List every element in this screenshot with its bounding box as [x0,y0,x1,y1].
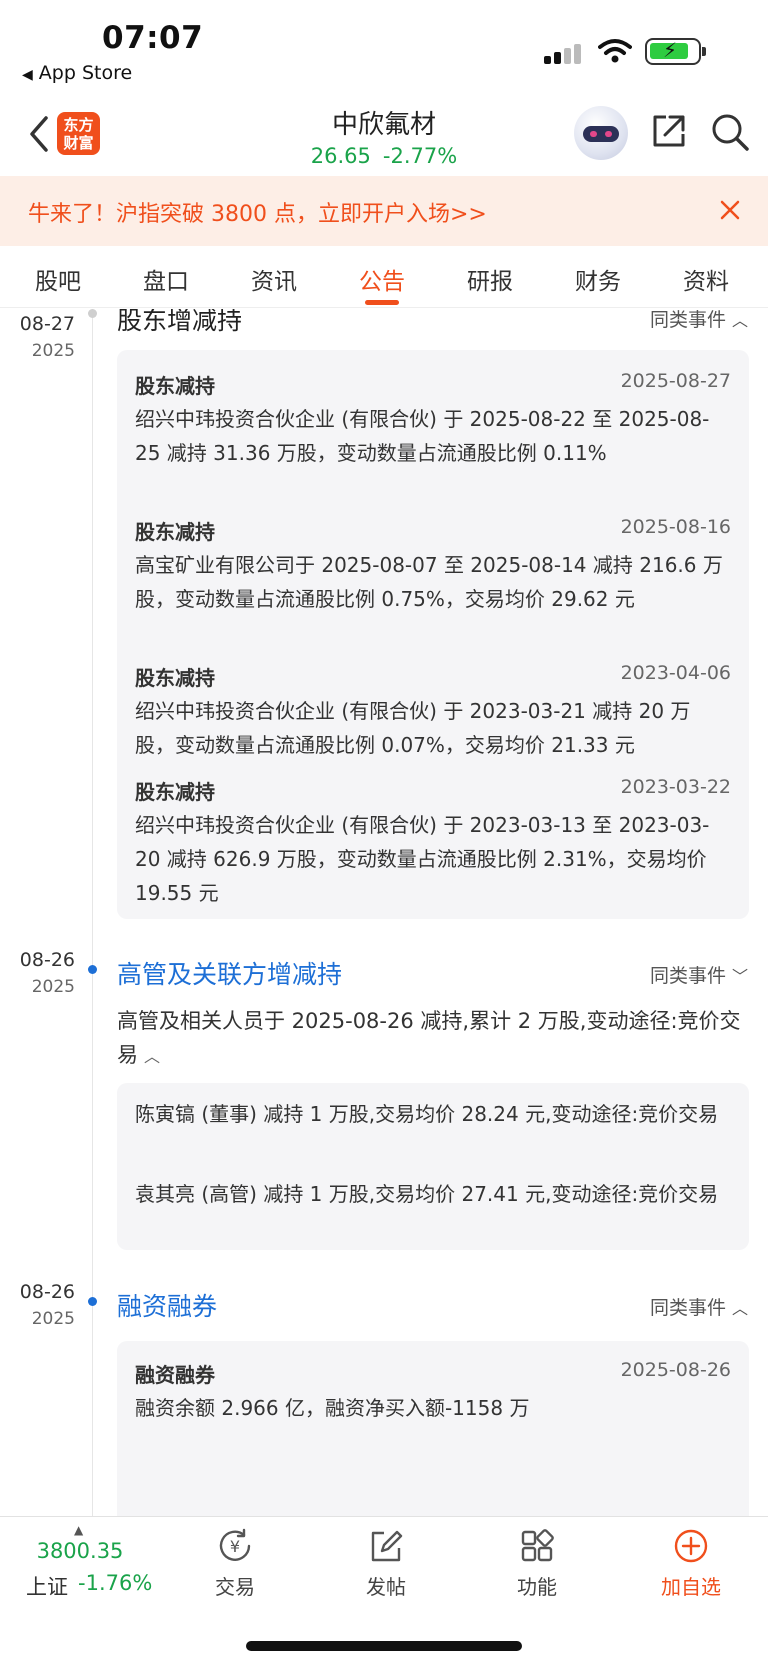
status-bar: 07:07 ◀ App Store ⚡ [0,0,768,92]
event-date: 08-26 [19,949,75,971]
event-card: 陈寅镐 (董事) 减持 1 万股,交易均价 28.24 元,变动途径:竞价交易 … [117,1083,749,1250]
tab-finance[interactable]: 财务 [558,262,638,296]
back-to-app-link[interactable]: ◀ App Store [22,62,132,84]
item-date: 2025-08-16 [620,516,731,538]
same-events-toggle[interactable]: 同类事件 ﹀ [650,961,748,988]
clock: 07:07 [102,20,204,56]
item-title: 股东减持 [135,780,215,804]
add-circle-icon [646,1527,736,1565]
chevron-up-icon: ︿ [731,311,748,330]
battery-icon: ⚡ [645,38,706,65]
share-icon[interactable] [650,112,688,150]
item-date: 2025-08-26 [620,1359,731,1381]
functions-button[interactable]: 功能 [492,1527,582,1600]
same-events-toggle[interactable]: 同类事件 ︿ [650,309,748,332]
tab-news[interactable]: 资讯 [234,262,314,296]
event-date: 08-27 [19,313,75,335]
promo-banner-text[interactable]: 牛来了！沪指突破 3800 点，立即开户入场>> [28,196,487,228]
item-body[interactable]: 绍兴中玮投资合伙企业 (有限合伙) 于 2023-03-21 减持 20 万股，… [135,694,725,762]
index-value[interactable]: 3800.35 [0,1539,160,1563]
chevron-down-icon: ﹀ [731,967,748,986]
add-watchlist-button[interactable]: 加自选 [646,1527,736,1600]
item-title: 股东减持 [135,374,215,398]
item-date: 2023-04-06 [620,662,731,684]
event-year: 2025 [31,341,75,361]
index-change-pct[interactable]: -1.76% [78,1571,152,1595]
timeline-dot [88,965,97,974]
tab-announcements[interactable]: 公告 [342,262,422,296]
event-year: 2025 [31,1309,75,1329]
event-card: 融资融券 2025-08-26 融资余额 2.966 亿，融资净买入额-1158… [117,1341,749,1516]
back-triangle-icon: ◀ [22,67,33,83]
item-date: 2023-03-22 [620,776,731,798]
tab-research[interactable]: 研报 [450,262,530,296]
chevron-up-icon: ︿ [731,1299,748,1318]
same-events-toggle[interactable]: 同类事件 ︿ [650,1293,748,1320]
post-button[interactable]: 发帖 [341,1527,431,1600]
promo-banner[interactable]: 牛来了！沪指突破 3800 点，立即开户入场>> [0,176,768,246]
item-title: 股东减持 [135,520,215,544]
tab-guba[interactable]: 股吧 [18,262,98,296]
stock-change-pct: -2.77% [382,144,458,168]
item-body[interactable]: 融资余额 2.966 亿，融资净买入额-1158 万 [135,1391,725,1425]
tab-bar: 股吧 盘口 资讯 公告 研报 财务 资料 [0,246,768,308]
event-date: 08-26 [19,1281,75,1303]
index-name[interactable]: 上证 [26,1571,68,1601]
item-body[interactable]: 绍兴中玮投资合伙企业 (有限合伙) 于 2025-08-22 至 2025-08… [135,402,725,470]
trade-button[interactable]: ¥ 交易 [190,1527,280,1600]
stock-price: 26.65 [310,144,371,168]
grid-icon [492,1527,582,1565]
wifi-icon [598,39,632,63]
item-body[interactable]: 高宝矿业有限公司于 2025-08-07 至 2025-08-14 减持 216… [135,548,725,616]
close-icon[interactable] [718,198,742,222]
item-title: 股东减持 [135,666,215,690]
event-description[interactable]: 高管及相关人员于 2025-08-26 减持,累计 2 万股,变动途径:竞价交易… [117,1004,747,1074]
item-body[interactable]: 陈寅镐 (董事) 减持 1 万股,交易均价 28.24 元,变动途径:竞价交易 [135,1097,725,1131]
svg-text:¥: ¥ [230,1537,240,1556]
search-icon[interactable] [710,112,750,152]
tab-pankou[interactable]: 盘口 [126,262,206,296]
event-year: 2025 [31,977,75,997]
home-indicator[interactable] [246,1641,522,1651]
expand-up-icon[interactable]: ▲ [74,1523,83,1537]
event-card: 股东减持 2025-08-27 绍兴中玮投资合伙企业 (有限合伙) 于 2025… [117,350,749,919]
announcement-timeline: 08-27 2025 股东增减持 同类事件 ︿ 股东减持 2025-08-27 绍… [0,309,768,1516]
tab-profile[interactable]: 资料 [666,262,746,296]
event-title[interactable]: 高管及关联方增减持 [117,955,342,991]
collapse-chevron-icon[interactable]: ︿ [144,1047,160,1066]
timeline-line [92,309,93,1516]
cellular-signal-icon [544,42,584,64]
active-tab-indicator [365,300,399,305]
edit-icon [341,1527,431,1565]
timeline-dot [88,1297,97,1306]
event-title[interactable]: 融资融券 [117,1287,217,1323]
stock-header: 东方 财富 中欣氟材 26.65 -2.77% [0,96,768,176]
timeline-dot [88,309,97,318]
item-date: 2025-08-27 [620,370,731,392]
yuan-exchange-icon: ¥ [190,1527,280,1565]
ai-assistant-avatar[interactable] [574,106,628,160]
item-body[interactable]: 袁其亮 (高管) 减持 1 万股,交易均价 27.41 元,变动途径:竞价交易 [135,1177,725,1211]
item-body[interactable]: 绍兴中玮投资合伙企业 (有限合伙) 于 2023-03-13 至 2023-03… [135,808,725,910]
event-title[interactable]: 股东增减持 [117,309,242,337]
item-title: 融资融券 [135,1363,215,1387]
